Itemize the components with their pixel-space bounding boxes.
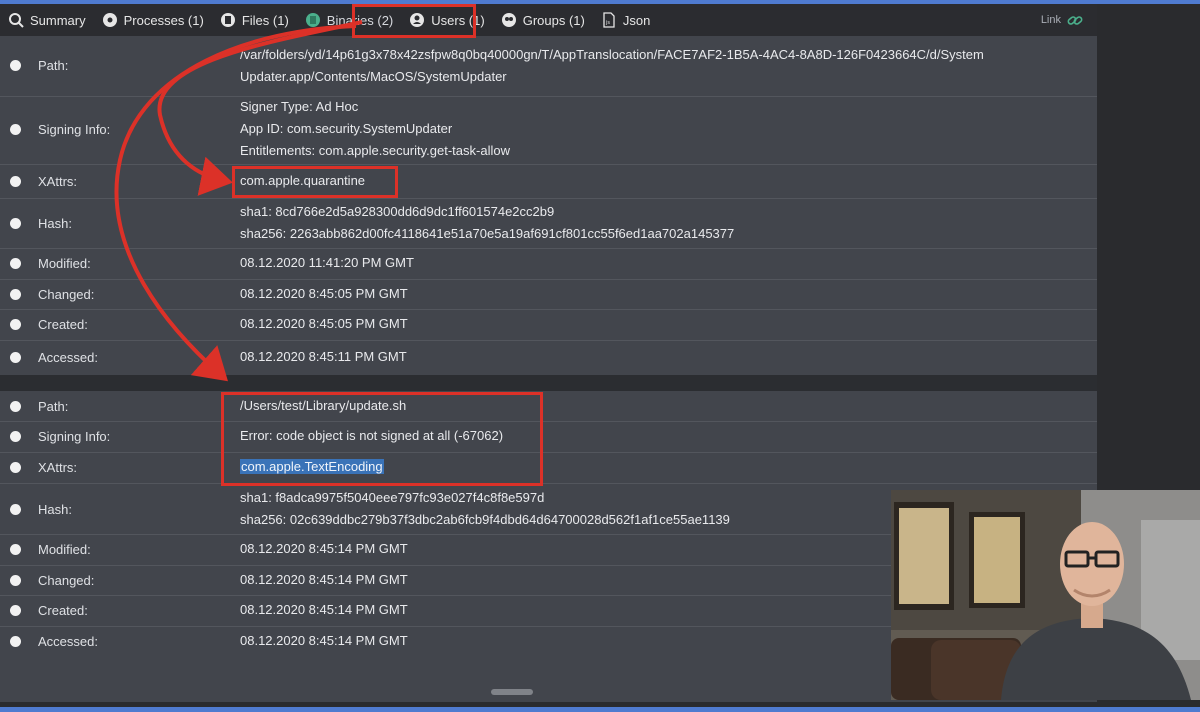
field-label: Path: — [38, 58, 69, 73]
modified-value: 08.12.2020 11:41:20 PM GMT — [240, 255, 414, 270]
link-icon — [1067, 16, 1083, 25]
tab-files[interactable]: Files (1) — [212, 4, 297, 36]
field-label: Signing Info: — [38, 429, 111, 444]
bullet — [10, 289, 21, 300]
row-accessed: Accessed: 08.12.2020 8:45:11 PM GMT — [0, 340, 1097, 375]
tab-users[interactable]: Users (1) — [401, 4, 492, 36]
path-line: Updater.app/Contents/MacOS/SystemUpdater — [240, 69, 507, 84]
tab-summary[interactable]: Summary — [0, 4, 94, 36]
field-label: Hash: — [38, 502, 72, 517]
accessed-value: 08.12.2020 8:45:11 PM GMT — [240, 349, 407, 364]
field-label: Hash: — [38, 216, 72, 231]
path-value: /var/folders/yd/14p61g3x78x42zsfpw8q0bq4… — [240, 44, 1079, 88]
row-changed: Changed: 08.12.2020 8:45:05 PM GMT — [0, 279, 1097, 310]
changed-value: 08.12.2020 8:45:05 PM GMT — [240, 286, 408, 301]
tab-label: Binaries (2) — [326, 12, 394, 28]
bullet — [10, 218, 21, 229]
xattrs-value: com.apple.TextEncoding — [240, 456, 1079, 478]
field-label: Changed: — [38, 573, 95, 588]
bullet — [10, 319, 21, 330]
bullet — [10, 124, 21, 135]
field-label: Signing Info: — [38, 122, 111, 137]
sha256: sha256: 2263abb862d00fc4118641e51a70e5a1… — [240, 226, 735, 241]
bullet — [10, 352, 21, 363]
bullet — [10, 636, 21, 647]
row-xattrs: XAttrs: com.apple.quarantine — [0, 164, 1097, 199]
presenter-image — [891, 490, 1200, 700]
tab-groups[interactable]: Groups (1) — [493, 4, 593, 36]
tab-label: Processes (1) — [123, 12, 204, 28]
tab-label: Summary — [30, 12, 86, 28]
webcam-video — [891, 490, 1200, 700]
app-id: App ID: com.security.SystemUpdater — [240, 121, 453, 136]
row-path: Path: /Users/test/Library/update.sh — [0, 391, 1097, 422]
field-label: Created: — [38, 317, 88, 332]
entitlements: Entitlements: com.apple.security.get-tas… — [240, 143, 510, 158]
signing-value: Signer Type: Ad Hoc App ID: com.security… — [240, 96, 1079, 162]
tab-label: Files (1) — [241, 12, 289, 28]
gears-icon — [102, 13, 117, 27]
row-signing-info: Signing Info: Error: code object is not … — [0, 421, 1097, 453]
bullet — [10, 401, 21, 412]
path-value: /Users/test/Library/update.sh — [240, 398, 407, 413]
tab-binaries[interactable]: Binaries (2) — [297, 4, 401, 36]
field-label: Path: — [38, 399, 69, 414]
hash-value: sha1: 8cd766e2d5a928300dd6d9dc1ff601574e… — [240, 201, 1079, 245]
row-path: Path: /var/folders/yd/14p61g3x78x42zsfpw… — [0, 36, 1097, 97]
row-hash: Hash: sha1: 8cd766e2d5a928300dd6d9dc1ff6… — [0, 198, 1097, 249]
xattrs-value: com.apple.quarantine — [240, 173, 366, 188]
signing-error: Error: code object is not signed at all … — [240, 428, 504, 443]
binary-separator — [0, 375, 1097, 391]
tab-label: Json — [622, 12, 651, 28]
magnifier-icon — [9, 13, 24, 28]
group-icon — [501, 13, 516, 27]
bottom-accent-line — [0, 707, 1200, 712]
tab-label: Groups (1) — [522, 12, 585, 28]
row-signing-info: Signing Info: Signer Type: Ad Hoc App ID… — [0, 96, 1097, 165]
svg-text:js: js — [605, 20, 610, 26]
field-label: Created: — [38, 603, 88, 618]
scrollbar-handle[interactable] — [491, 689, 533, 695]
tab-bar: Summary Processes (1) Files (1) Binaries… — [0, 4, 1097, 36]
bullet — [10, 60, 21, 71]
bullet — [10, 176, 21, 187]
json-icon: js — [603, 12, 615, 28]
background-area — [1097, 4, 1200, 490]
bullet — [10, 605, 21, 616]
sha1: sha1: 8cd766e2d5a928300dd6d9dc1ff601574e… — [240, 204, 555, 219]
field-label: Changed: — [38, 287, 95, 302]
created-value: 08.12.2020 8:45:05 PM GMT — [240, 316, 408, 331]
row-xattrs: XAttrs: com.apple.TextEncoding — [0, 452, 1097, 484]
bullet — [10, 575, 21, 586]
row-created: Created: 08.12.2020 8:45:05 PM GMT — [0, 309, 1097, 341]
binary-icon — [305, 13, 320, 27]
signer-type: Signer Type: Ad Hoc — [240, 99, 359, 114]
tab-processes[interactable]: Processes (1) — [94, 4, 212, 36]
field-label: Accessed: — [38, 634, 98, 649]
file-icon — [220, 13, 235, 27]
bullet — [10, 258, 21, 269]
field-label: Modified: — [38, 256, 91, 271]
field-label: XAttrs: — [38, 174, 78, 189]
field-label: Modified: — [38, 542, 91, 557]
link-label: Link — [1040, 14, 1061, 26]
bullet — [10, 504, 21, 515]
path-line: /var/folders/yd/14p61g3x78x42zsfpw8q0bq4… — [240, 47, 984, 62]
tab-json[interactable]: js Json — [593, 4, 658, 36]
row-modified: Modified: 08.12.2020 11:41:20 PM GMT — [0, 248, 1097, 280]
bullet — [10, 462, 21, 473]
bullet — [10, 544, 21, 555]
field-label: XAttrs: — [38, 460, 78, 475]
bullet — [10, 431, 21, 442]
tab-label: Users (1) — [431, 12, 485, 28]
link-button[interactable]: Link — [1041, 4, 1083, 36]
user-icon — [410, 13, 425, 27]
field-label: Accessed: — [38, 350, 98, 365]
selected-text[interactable]: com.apple.TextEncoding — [240, 459, 384, 474]
